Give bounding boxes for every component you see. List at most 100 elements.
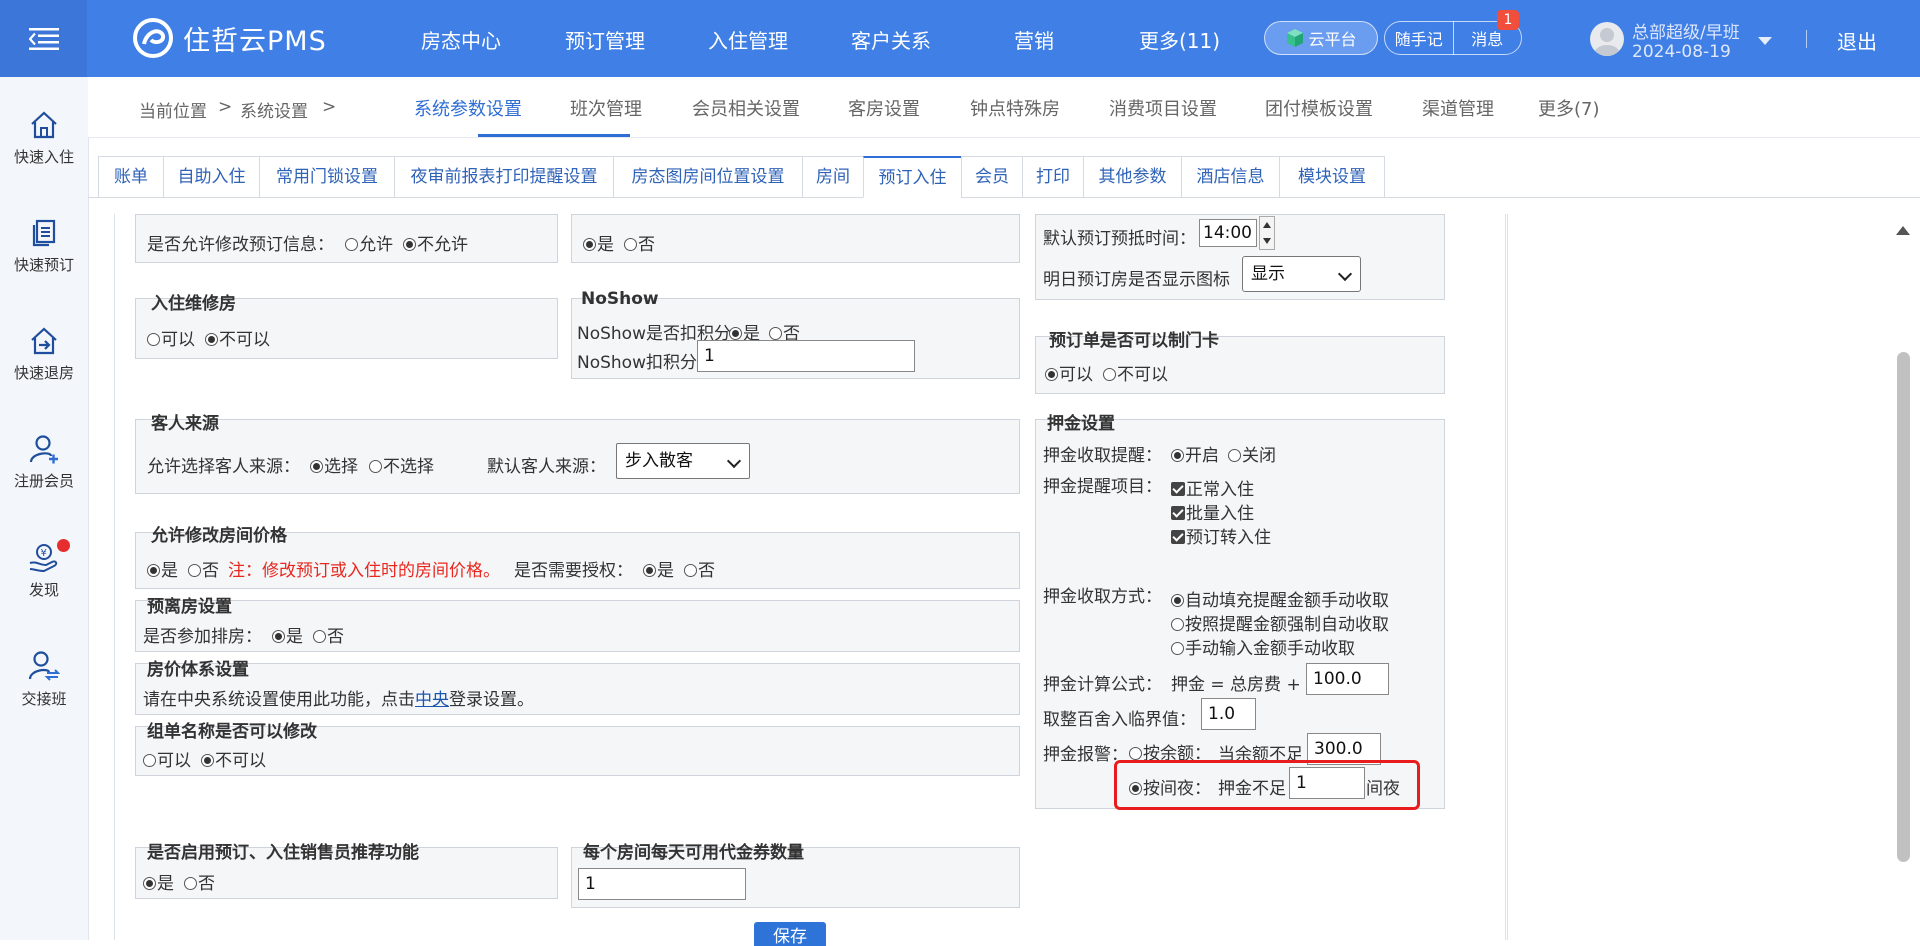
radio[interactable]	[272, 630, 285, 643]
sidebar-item-quick-booking[interactable]: 快速预订	[0, 218, 88, 275]
group-name-cannot-radio[interactable]: 不可以	[201, 746, 266, 771]
scroll-up-icon[interactable]	[1896, 226, 1910, 235]
radio[interactable]	[1171, 594, 1184, 607]
modify-price-yes-radio[interactable]: 是	[147, 556, 178, 581]
radio[interactable]	[310, 460, 323, 473]
modify-price-no-radio[interactable]: 否	[188, 556, 219, 581]
nav-marketing[interactable]: 营销	[1014, 25, 1054, 54]
tab-hourly-rooms[interactable]: 钟点特殊房	[970, 95, 1060, 121]
deposit-item-batch-checkbox[interactable]: 批量入住	[1171, 499, 1254, 524]
booking-card-cannot-radio[interactable]: 不可以	[1103, 360, 1168, 385]
radio[interactable]	[369, 460, 382, 473]
subtab-print[interactable]: 打印	[1022, 156, 1084, 198]
coupons-input[interactable]: 1	[578, 868, 746, 900]
subtab-member[interactable]: 会员	[961, 156, 1023, 198]
subtab-self-checkin[interactable]: 自助入住	[163, 156, 260, 198]
checkin-repair-can-radio[interactable]: 可以	[147, 325, 195, 350]
avatar[interactable]	[1590, 22, 1624, 56]
radio[interactable]	[769, 327, 782, 340]
tab-consumption-items[interactable]: 消费项目设置	[1109, 95, 1217, 121]
guest-source-noselect-radio[interactable]: 不选择	[369, 452, 434, 477]
default-arrival-input[interactable]: 14:00	[1199, 219, 1257, 247]
radio[interactable]	[1103, 368, 1116, 381]
top-middle-no-radio[interactable]: 否	[624, 230, 655, 255]
deposit-round-input[interactable]: 1.0	[1201, 698, 1256, 730]
tab-system-params[interactable]: 系统参数设置	[414, 95, 522, 121]
radio[interactable]	[1171, 618, 1184, 631]
subtab-booking-checkin[interactable]: 预订入住	[863, 156, 962, 198]
checkbox[interactable]	[1171, 482, 1185, 496]
tab-room-settings[interactable]: 客房设置	[848, 95, 920, 121]
subtab-module-settings[interactable]: 模块设置	[1279, 156, 1385, 198]
group-name-can-radio[interactable]: 可以	[143, 746, 191, 771]
booking-card-can-radio[interactable]: 可以	[1045, 360, 1093, 385]
radio[interactable]	[1171, 449, 1184, 462]
modify-price-auth-yes-radio[interactable]: 是	[643, 556, 674, 581]
time-spinner[interactable]	[1259, 216, 1275, 250]
scrollbar-thumb[interactable]	[1897, 352, 1910, 862]
modify-booking-allow-radio[interactable]: 允许	[345, 230, 393, 255]
subtab-hotel-info[interactable]: 酒店信息	[1181, 156, 1280, 198]
subtab-room[interactable]: 房间	[802, 156, 864, 198]
deposit-item-booking-checkbox[interactable]: 预订转入住	[1171, 523, 1271, 548]
checkbox[interactable]	[1171, 506, 1185, 520]
sidebar-item-quick-checkout[interactable]: 快速退房	[0, 326, 88, 383]
deposit-item-normal-checkbox[interactable]: 正常入住	[1171, 475, 1254, 500]
tab-member-settings[interactable]: 会员相关设置	[692, 95, 800, 121]
deposit-remind-on-radio[interactable]: 开启	[1171, 441, 1219, 466]
radio[interactable]	[345, 238, 358, 251]
checkin-repair-cannot-radio[interactable]: 不可以	[205, 325, 270, 350]
radio[interactable]	[684, 564, 697, 577]
nav-crm[interactable]: 客户关系	[851, 25, 931, 54]
nav-checkin[interactable]: 入住管理	[708, 25, 788, 54]
radio[interactable]	[201, 754, 214, 767]
subtab-bill[interactable]: 账单	[98, 156, 164, 198]
deposit-method-forced-radio[interactable]: 按照提醒金额强制自动收取	[1171, 610, 1389, 635]
modify-booking-disallow-radio[interactable]: 不允许	[403, 230, 468, 255]
tomorrow-icon-select[interactable]: 显示	[1242, 256, 1361, 292]
checkbox[interactable]	[1171, 530, 1185, 544]
radio[interactable]	[313, 630, 326, 643]
radio[interactable]	[1045, 368, 1058, 381]
radio[interactable]	[147, 564, 160, 577]
tab-group-payment-template[interactable]: 团付模板设置	[1265, 95, 1373, 121]
salesperson-yes-radio[interactable]: 是	[143, 869, 174, 894]
central-system-link[interactable]: 中央	[415, 690, 449, 710]
radio[interactable]	[624, 238, 637, 251]
deposit-formula-input[interactable]: 100.0	[1306, 663, 1389, 695]
cloud-platform-button[interactable]: 云平台	[1264, 21, 1378, 55]
tab-channel-management[interactable]: 渠道管理	[1422, 95, 1494, 121]
nav-more[interactable]: 更多(11)	[1139, 25, 1220, 54]
tab-shift-management[interactable]: 班次管理	[570, 95, 642, 121]
radio[interactable]	[147, 333, 160, 346]
sidebar-item-quick-checkin[interactable]: 快速入住	[0, 110, 88, 167]
deposit-remind-off-radio[interactable]: 关闭	[1228, 441, 1276, 466]
sidebar-item-shift-handover[interactable]: 交接班	[0, 650, 88, 709]
deposit-method-auto-fill-radio[interactable]: 自动填充提醒金额手动收取	[1171, 586, 1389, 611]
pre-departure-yes-radio[interactable]: 是	[272, 622, 303, 647]
sidebar-item-register-member[interactable]: 注册会员	[0, 434, 88, 491]
notes-button[interactable]: 随手记	[1385, 26, 1453, 50]
tab-more[interactable]: 更多(7)	[1538, 95, 1600, 121]
radio[interactable]	[583, 238, 596, 251]
subtab-door-lock[interactable]: 常用门锁设置	[259, 156, 395, 198]
radio[interactable]	[143, 754, 156, 767]
subtab-room-map-position[interactable]: 房态图房间位置设置	[613, 156, 803, 198]
pre-departure-no-radio[interactable]: 否	[313, 622, 344, 647]
radio[interactable]	[1228, 449, 1241, 462]
guest-source-default-select[interactable]: 步入散客	[616, 443, 750, 479]
breadcrumb-system-settings[interactable]: 系统设置	[240, 97, 308, 122]
user-name[interactable]: 总部超级/早班	[1632, 18, 1740, 43]
radio[interactable]	[188, 564, 201, 577]
radio[interactable]	[1171, 642, 1184, 655]
nav-booking[interactable]: 预订管理	[565, 25, 645, 54]
caret-down-icon[interactable]	[1757, 36, 1773, 46]
sidebar-item-discover[interactable]: ¥ 发现	[0, 543, 88, 600]
radio[interactable]	[205, 333, 218, 346]
radio[interactable]	[184, 877, 197, 890]
radio[interactable]	[729, 327, 742, 340]
logout-button[interactable]: 退出	[1837, 26, 1877, 55]
guest-source-select-radio[interactable]: 选择	[310, 452, 358, 477]
radio[interactable]	[643, 564, 656, 577]
radio[interactable]	[403, 238, 416, 251]
